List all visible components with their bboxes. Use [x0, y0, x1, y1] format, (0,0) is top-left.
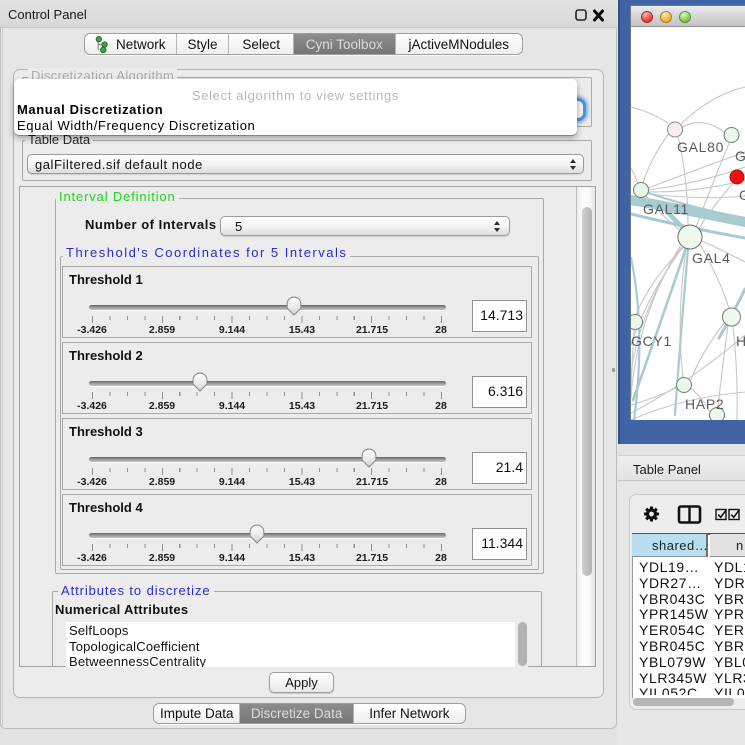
svg-text:GAL4: GAL4	[692, 250, 731, 266]
svg-text:H: H	[736, 333, 745, 349]
svg-text:HAP2: HAP2	[685, 396, 724, 412]
svg-text:GAL1: GAL1	[739, 187, 745, 203]
svg-text:GCY1: GCY1	[631, 333, 672, 349]
svg-text:GAL7: GAL7	[735, 148, 745, 164]
svg-text:GAL80: GAL80	[677, 139, 724, 155]
svg-text:GAL11: GAL11	[643, 201, 689, 217]
